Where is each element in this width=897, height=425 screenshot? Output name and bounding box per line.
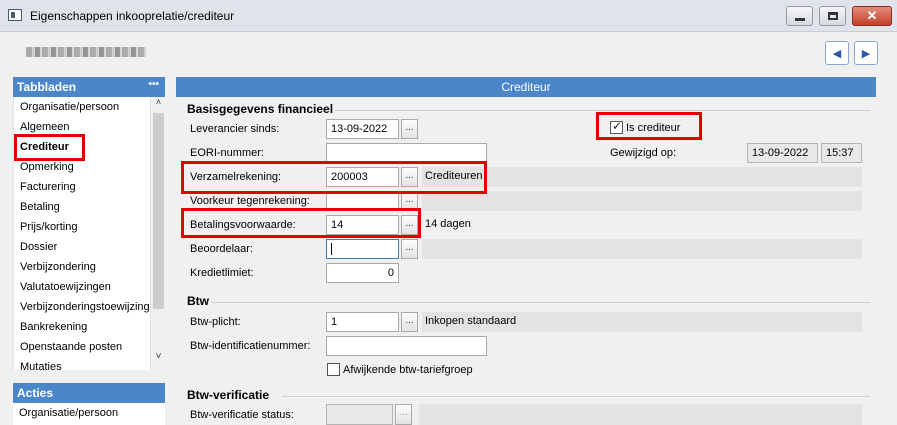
actions-list: Organisatie/persoon (13, 403, 165, 425)
actions-header-label: Acties (17, 386, 54, 400)
tab-valutatoewijzingen[interactable]: Valutatoewijzingen (14, 277, 150, 297)
chevron-right-icon: ▶ (861, 47, 871, 60)
btw-plicht-label: Btw-plicht: (190, 316, 241, 328)
beoordelaar-label: Beoordelaar: (190, 243, 253, 255)
gewijzigd-op-label: Gewijzigd op: (610, 147, 677, 159)
tab-verbijzondering[interactable]: Verbijzondering (14, 257, 150, 277)
beoordelaar-description (422, 239, 862, 259)
betalingsvoorwaarde-description: 14 dagen (422, 215, 862, 235)
gewijzigd-date: 13-09-2022 (747, 143, 818, 163)
section-divider (211, 302, 870, 303)
actions-panel-header: Acties (13, 383, 165, 403)
tab-organisatie-persoon[interactable]: Organisatie/persoon (14, 97, 150, 117)
close-icon: ✕ (866, 8, 878, 23)
verzamelrekening-description: Crediteuren (422, 167, 862, 187)
minimize-icon (794, 17, 805, 21)
section-title-btw-verificatie: Btw-verificatie (187, 388, 270, 402)
window-title: Eigenschappen inkooprelatie/crediteur (30, 9, 235, 23)
btw-plicht-lookup-button[interactable]: ... (401, 312, 418, 332)
eori-label: EORI-nummer: (190, 147, 264, 159)
btw-verificatie-description (419, 404, 862, 425)
highlight-betalingsvoorwaarde (181, 208, 421, 238)
maximize-icon (827, 12, 838, 20)
voorkeur-tegenrekening-label: Voorkeur tegenrekening: (190, 195, 310, 207)
scroll-down-icon[interactable]: ˅ (151, 351, 166, 367)
section-divider (335, 110, 870, 111)
voorkeur-tegenrekening-description (422, 191, 862, 211)
scroll-up-icon[interactable]: ˄ (151, 97, 166, 111)
relation-name-redacted (26, 47, 146, 57)
panel-title: Crediteur (501, 80, 551, 94)
tab-list-scrollbar[interactable]: ˄ ˅ (150, 97, 165, 370)
tabs-menu-icon[interactable]: ••• (148, 79, 159, 90)
title-bar: Eigenschappen inkooprelatie/crediteur ✕ (0, 0, 897, 32)
afwijkende-btw-tariefgroep-checkbox[interactable] (327, 363, 340, 376)
tabs-header-label: Tabbladen (17, 80, 77, 94)
leverancier-sinds-label: Leverancier sinds: (190, 123, 280, 135)
btw-identificatienummer-field[interactable] (326, 336, 487, 356)
crediteur-panel-header: Crediteur (176, 77, 876, 97)
chevron-left-icon: ◀ (832, 47, 842, 60)
action-organisatie-persoon[interactable]: Organisatie/persoon (13, 403, 165, 423)
btw-verificatie-status-label: Btw-verificatie status: (190, 409, 294, 421)
tab-openstaande-posten[interactable]: Openstaande posten (14, 337, 150, 357)
btw-plicht-description: Inkopen standaard (422, 312, 862, 332)
beoordelaar-field[interactable] (326, 239, 399, 259)
tab-dossier[interactable]: Dossier (14, 237, 150, 257)
btw-identificatienummer-label: Btw-identificatienummer: (190, 340, 311, 352)
tab-facturering[interactable]: Facturering (14, 177, 150, 197)
eori-field[interactable] (326, 143, 487, 163)
next-record-button[interactable]: ▶ (854, 41, 878, 65)
section-title-financial: Basisgegevens financieel (187, 102, 334, 116)
leverancier-sinds-field[interactable]: 13-09-2022 (326, 119, 399, 139)
tabs-panel-header: Tabbladen ••• (13, 77, 165, 97)
scroll-thumb[interactable] (153, 113, 164, 309)
afwijkende-btw-tariefgroep-label: Afwijkende btw-tariefgroep (343, 364, 473, 376)
highlight-is-crediteur (596, 112, 702, 140)
btw-verificatie-status-field (326, 404, 393, 425)
maximize-button[interactable] (819, 6, 846, 26)
tab-verbijzonderingstoewijzingen[interactable]: Verbijzonderingstoewijzingen (14, 297, 150, 317)
section-title-btw: Btw (187, 294, 209, 308)
tab-mutaties[interactable]: Mutaties (14, 357, 150, 370)
gewijzigd-time: 15:37 (821, 143, 862, 163)
text-caret (331, 243, 332, 255)
tab-betaling[interactable]: Betaling (14, 197, 150, 217)
minimize-button[interactable] (786, 6, 813, 26)
beoordelaar-lookup-button[interactable]: ... (401, 239, 418, 259)
app-icon (8, 9, 22, 21)
tab-prijs-korting[interactable]: Prijs/korting (14, 217, 150, 237)
btw-verificatie-lookup-button[interactable]: ... (395, 404, 412, 425)
kredietlimiet-field[interactable]: 0 (326, 263, 399, 283)
date-picker-button[interactable]: ... (401, 119, 418, 139)
section-divider (282, 396, 870, 397)
previous-record-button[interactable]: ◀ (825, 41, 849, 65)
highlight-verzamelrekening (181, 161, 487, 194)
close-button[interactable]: ✕ (852, 6, 892, 26)
kredietlimiet-label: Kredietlimiet: (190, 267, 254, 279)
btw-plicht-field[interactable]: 1 (326, 312, 399, 332)
highlight-crediteur-tab (14, 134, 85, 161)
tab-bankrekening[interactable]: Bankrekening (14, 317, 150, 337)
